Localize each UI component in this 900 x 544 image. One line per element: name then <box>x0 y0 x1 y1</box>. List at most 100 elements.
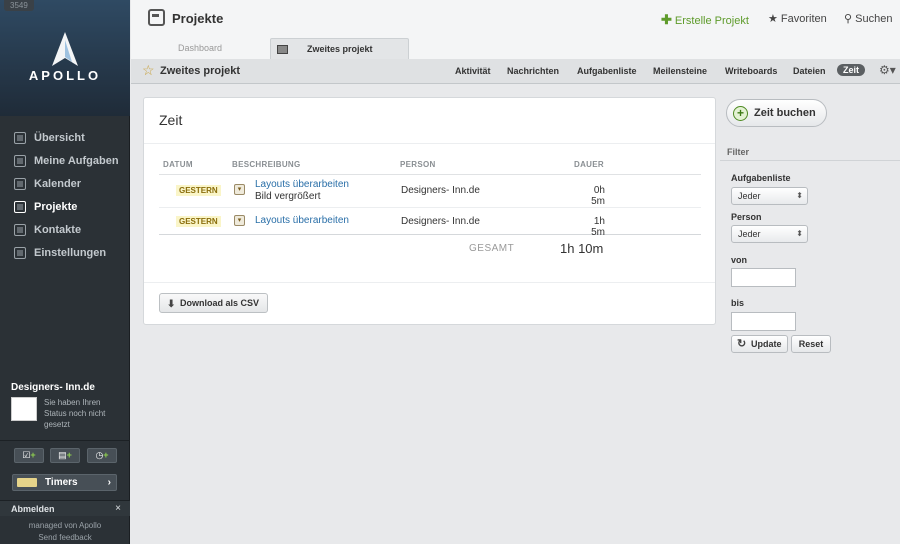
time-card: Zeit DATUM BESCHREIBUNG PERSON DAUER GES… <box>143 97 716 325</box>
star-icon: ★ <box>768 13 781 25</box>
person-select[interactable]: Jeder ⬍ <box>731 225 808 243</box>
project-title: Zweites projekt <box>160 65 241 77</box>
from-date-input[interactable] <box>731 268 796 287</box>
avatar[interactable] <box>11 397 37 421</box>
quick-add-task-button[interactable]: ☑+ <box>14 448 44 463</box>
table-row: GESTERN ▾ Layouts überarbeiten Designers… <box>159 209 701 238</box>
subnav-files[interactable]: Dateien <box>793 66 826 76</box>
divider <box>720 160 900 161</box>
to-date-label: bis <box>731 298 745 308</box>
managed-by-text: managed von Apollo <box>28 521 102 530</box>
counter-badge: 3549 <box>4 0 34 11</box>
reset-button[interactable]: Reset <box>791 335 831 353</box>
task-checkbox-icon[interactable]: ▾ <box>234 215 245 226</box>
message-icon: ▤ <box>58 450 67 460</box>
tab-dashboard[interactable]: Dashboard <box>178 38 222 59</box>
nav-label: Meine Aufgaben <box>34 154 119 167</box>
settings-icon <box>14 246 26 259</box>
column-header-description: BESCHREIBUNG <box>232 160 301 169</box>
page-title: Projekte <box>172 11 224 26</box>
project-tabs: Dashboard Zweites projekt <box>131 38 900 59</box>
quick-add-time-button[interactable]: ◷+ <box>87 448 117 463</box>
book-time-label: Zeit buchen <box>754 107 816 119</box>
task-note: Bild vergrößert <box>255 191 321 202</box>
nav-item-settings[interactable]: Einstellungen <box>0 241 130 264</box>
date-badge: GESTERN <box>176 216 221 227</box>
close-icon[interactable]: × <box>115 503 121 514</box>
main-nav: Übersicht Meine Aufgaben Kalender Projek… <box>0 126 130 264</box>
tab-current-project[interactable]: Zweites projekt <box>270 38 409 59</box>
nav-item-overview[interactable]: Übersicht <box>0 126 130 149</box>
create-project-link[interactable]: ✚ Erstelle Projekt <box>661 12 749 28</box>
download-icon: ⬇ <box>167 299 176 310</box>
task-link[interactable]: Layouts überarbeiten <box>255 215 349 226</box>
select-arrows-icon: ⬍ <box>796 191 803 200</box>
pause-icon <box>17 478 37 487</box>
task-checkbox-icon[interactable]: ▾ <box>234 184 245 195</box>
update-button[interactable]: ↻ Update <box>731 335 788 353</box>
tasklist-select-value: Jeder <box>738 191 761 201</box>
projects-icon <box>14 200 26 213</box>
timers-label: Timers <box>45 477 78 488</box>
book-time-button[interactable]: + Zeit buchen <box>726 99 827 127</box>
nav-item-calendar[interactable]: Kalender <box>0 172 130 195</box>
contacts-icon <box>14 223 26 236</box>
top-bar: Projekte ✚ Erstelle Projekt ★ Favoriten ⚲… <box>131 0 900 38</box>
user-name: Designers- Inn.de <box>11 382 95 393</box>
logo-area: APOLLO <box>0 0 130 116</box>
download-csv-button[interactable]: ⬇ Download als CSV <box>159 293 269 313</box>
plus-circle-icon: + <box>733 106 748 121</box>
nav-label: Übersicht <box>34 131 85 144</box>
nav-item-contacts[interactable]: Kontakte <box>0 218 130 241</box>
sidebar: APOLLO 3549 Übersicht Meine Aufgaben Kal… <box>0 0 130 544</box>
tasklist-filter-label: Aufgabenliste <box>731 173 791 183</box>
total-value: 1h 10m <box>560 241 604 256</box>
from-date-label: von <box>731 255 748 265</box>
project-icon <box>148 9 165 26</box>
favorites-link[interactable]: ★ Favoriten <box>768 12 827 25</box>
subnav-time[interactable]: Zeit <box>837 64 866 76</box>
search-icon: ⚲ <box>844 13 856 25</box>
nav-item-projects[interactable]: Projekte <box>0 195 130 218</box>
quick-add-message-button[interactable]: ▤+ <box>50 448 80 463</box>
person-cell: Designers- Inn.de <box>401 185 480 196</box>
nav-label: Einstellungen <box>34 246 107 259</box>
nav-label: Kontakte <box>34 223 82 236</box>
duration-cell: 1h 5m <box>591 216 605 238</box>
calendar-icon <box>14 177 26 190</box>
quick-actions: ☑+ ▤+ ◷+ Timers › <box>0 440 130 496</box>
plus-icon: + <box>66 450 72 460</box>
logout-link[interactable]: Abmelden <box>11 504 55 514</box>
person-cell: Designers- Inn.de <box>401 216 480 227</box>
person-select-value: Jeder <box>738 229 761 239</box>
apollo-logo-icon <box>52 32 78 66</box>
refresh-icon: ↻ <box>737 338 747 350</box>
date-badge: GESTERN <box>176 185 221 196</box>
user-status[interactable]: Sie haben Ihren Status noch nicht gesetz… <box>44 397 124 430</box>
nav-item-my-tasks[interactable]: Meine Aufgaben <box>0 149 130 172</box>
task-link[interactable]: Layouts überarbeiten <box>255 179 349 190</box>
search-link[interactable]: ⚲ Suchen <box>844 12 892 25</box>
column-header-date: DATUM <box>163 160 193 169</box>
subnav-writeboards[interactable]: Writeboards <box>725 66 777 76</box>
total-label: GESAMT <box>469 243 515 254</box>
subnav-activity[interactable]: Aktivität <box>455 66 491 76</box>
update-label: Update <box>751 339 782 349</box>
subnav-tasklists[interactable]: Aufgabenliste <box>577 66 637 76</box>
duration-cell: 0h 5m <box>591 185 605 207</box>
subnav-messages[interactable]: Nachrichten <box>507 66 559 76</box>
gear-icon[interactable]: ⚙▾ <box>879 63 896 77</box>
divider <box>144 282 715 283</box>
divider <box>144 143 715 144</box>
overview-icon <box>14 131 26 144</box>
divider <box>159 174 701 175</box>
project-subnav: ☆ Zweites projekt Aktivität Nachrichten … <box>131 59 900 84</box>
send-feedback-link[interactable]: Send feedback <box>0 532 130 544</box>
to-date-input[interactable] <box>731 312 796 331</box>
plus-icon: ✚ <box>661 12 672 27</box>
tasklist-select[interactable]: Jeder ⬍ <box>731 187 808 205</box>
subnav-milestones[interactable]: Meilensteine <box>653 66 707 76</box>
timers-button[interactable]: Timers › <box>12 474 117 491</box>
star-icon[interactable]: ☆ <box>142 62 155 79</box>
tab-label: Zweites projekt <box>307 44 373 54</box>
